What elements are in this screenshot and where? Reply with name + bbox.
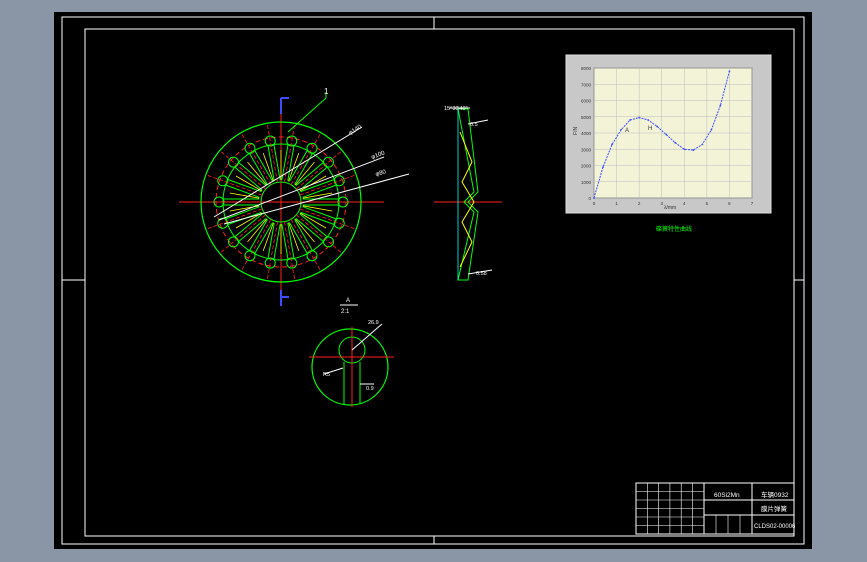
dim-detail-width: 26.9 xyxy=(368,320,379,326)
dim-tol-bottom: 0.58 xyxy=(476,271,487,277)
data-point xyxy=(647,119,650,121)
detail-leader-1 xyxy=(351,323,383,351)
dim-leader-1 xyxy=(213,126,363,218)
slot-end-hole xyxy=(264,135,276,147)
diaphragm-spring-section-view: 15°30'40" 0.5 0.58 xyxy=(434,106,502,281)
slot-edge xyxy=(273,144,281,180)
slot-ray xyxy=(207,208,263,230)
diaphragm-spring-front-view: 1 φ140 φ100 φ80 xyxy=(179,87,410,306)
slot-edge xyxy=(281,224,289,260)
drawing-number-text: CLDS02-00006 xyxy=(754,524,796,530)
y-tick-label: 7000 xyxy=(581,82,592,87)
drawing-sheet: 1 φ140 φ100 φ80 15°30'40" 0.5 0.58 A 2:1… xyxy=(54,12,812,549)
data-point xyxy=(620,128,622,131)
data-point xyxy=(638,116,641,119)
part-name-text: 膜片弹簧 xyxy=(761,504,788,513)
data-point xyxy=(602,166,604,169)
data-point xyxy=(683,148,686,151)
data-point xyxy=(629,119,632,121)
chart-caption: 碟簧特性曲线 xyxy=(656,225,692,233)
dim-detail-r: R5 xyxy=(323,372,330,378)
data-point xyxy=(710,128,713,131)
y-tick-labels: 010002000300040005000600070008000 xyxy=(581,66,592,201)
dim-angle: 15°30'40" xyxy=(444,106,468,112)
course-text: 车辆0932 xyxy=(761,490,789,499)
y-tick-label: 1000 xyxy=(581,180,592,185)
detail-circle xyxy=(311,328,389,406)
data-point xyxy=(701,143,704,146)
characteristic-chart: 010002000300040005000600070008000 012345… xyxy=(565,54,772,233)
title-block-grid xyxy=(636,483,741,534)
data-point xyxy=(692,149,695,151)
y-tick-label: 2000 xyxy=(581,164,592,169)
data-point xyxy=(719,104,722,107)
dim-detail-tol: 0.9 xyxy=(366,386,374,392)
data-point xyxy=(674,141,677,144)
dim-radial-1: φ140 xyxy=(348,124,364,137)
dim-tol-top: 0.5 xyxy=(470,122,478,128)
slot-edge xyxy=(273,224,281,260)
slot-ray xyxy=(299,208,355,230)
y-tick-label: 8000 xyxy=(581,66,592,71)
detail-scale: 2:1 xyxy=(341,309,350,315)
material-text: 60Si2Mn xyxy=(714,492,740,499)
dim-radial-3: φ80 xyxy=(375,169,387,178)
y-tick-label: 4000 xyxy=(581,131,592,136)
y-axis-label: F/N xyxy=(573,127,579,135)
cad-canvas[interactable]: 1 φ140 φ100 φ80 15°30'40" 0.5 0.58 A 2:1… xyxy=(54,12,812,549)
chart-letter-a: A xyxy=(625,128,629,134)
data-point xyxy=(611,143,613,146)
slot-end-hole xyxy=(228,156,240,168)
part-number: 1 xyxy=(324,87,329,96)
slot-edge xyxy=(281,144,289,180)
data-point xyxy=(656,125,659,128)
y-tick-label: 3000 xyxy=(581,147,592,152)
chart-letter-h: H xyxy=(648,126,652,132)
data-point xyxy=(728,70,731,73)
data-point xyxy=(665,133,668,136)
detail-label: A xyxy=(346,298,350,304)
detail-view: A 2:1 26.9 R5 0.9 xyxy=(309,298,394,407)
x-axis-label: λ/mm xyxy=(664,205,676,211)
data-point xyxy=(593,197,595,199)
title-block: 60Si2Mn 车辆0932 膜片弹簧 CLDS02-00006 xyxy=(635,482,796,535)
y-tick-label: 5000 xyxy=(581,115,592,120)
y-tick-label: 6000 xyxy=(581,99,592,104)
